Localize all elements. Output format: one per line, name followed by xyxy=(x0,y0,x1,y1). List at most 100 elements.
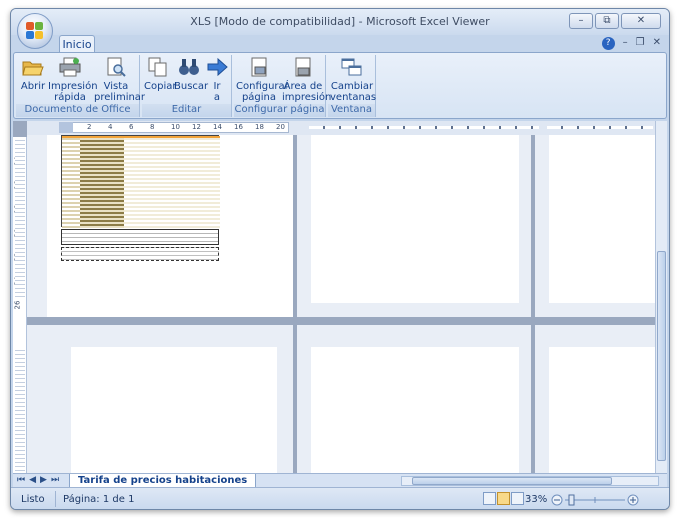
vista-label-1: Vista xyxy=(103,81,129,92)
ribbon-right-controls: ? – ❐ ✕ xyxy=(601,37,661,50)
office-button[interactable] xyxy=(17,13,53,49)
ribbon: Abrir Impresión rápida Vista preliminar … xyxy=(13,52,667,119)
abrir-button[interactable]: Abrir xyxy=(20,57,46,92)
impresion-label-2: rápida xyxy=(54,92,86,103)
cambiar-label-1: Cambiar xyxy=(330,81,374,92)
help-icon[interactable]: ? xyxy=(601,37,615,50)
buscar-button[interactable]: Buscar xyxy=(174,57,208,92)
ruler-number: 2 xyxy=(87,123,92,131)
vista-preliminar-button[interactable]: Vista preliminar xyxy=(94,57,145,103)
group-editar: Copiar Buscar Ir a Editar xyxy=(142,55,232,117)
group-configurar-pagina: Configurar página Área de impresión ▾ Co… xyxy=(234,55,331,117)
first-sheet-icon[interactable]: ⏮ xyxy=(17,475,25,485)
page-6 xyxy=(549,347,655,473)
ribbon-minimize-icon[interactable]: – xyxy=(623,37,628,50)
group-label-ventana: Ventana xyxy=(328,104,375,117)
ruler-number: 18 xyxy=(255,123,264,131)
close-button[interactable]: ✕ xyxy=(621,13,661,29)
row-headers-top xyxy=(15,137,25,297)
ruler-number: 16 xyxy=(234,123,243,131)
folder-open-icon xyxy=(22,61,44,76)
group-label-configurar: Configurar página xyxy=(234,104,325,117)
office-logo-icon xyxy=(26,22,44,40)
printer-icon xyxy=(59,57,81,77)
binoculars-icon xyxy=(179,59,199,75)
page-2 xyxy=(311,135,519,303)
status-ready: Listo xyxy=(21,494,45,505)
minimize-button[interactable]: – xyxy=(569,13,593,29)
ruler-page-3 xyxy=(547,126,653,129)
impresion-rapida-button[interactable]: Impresión rápida xyxy=(48,57,98,103)
last-sheet-icon[interactable]: ⏭ xyxy=(51,475,59,485)
page-setup-icon xyxy=(251,57,267,77)
row-headers-bottom xyxy=(15,347,25,473)
ruler-number: 6 xyxy=(129,123,134,131)
configurar-label-1: Configurar xyxy=(236,81,289,92)
ruler-number: 12 xyxy=(192,123,201,131)
ruler-number: 20 xyxy=(276,123,285,131)
page-break-view-icon[interactable] xyxy=(511,492,524,505)
group-ventana: Cambiar ventanas ▾ Ventana xyxy=(328,55,376,117)
restore-button[interactable]: ⧉ xyxy=(595,13,619,29)
sheet-navigation: ⏮ ◀ ▶ ⏭ xyxy=(17,475,59,485)
horizontal-scrollbar[interactable] xyxy=(401,476,659,486)
sheet-tab-tarifa[interactable]: Tarifa de precios habitaciones xyxy=(69,474,257,488)
ruler-number: 8 xyxy=(150,123,155,131)
normal-view-icon[interactable] xyxy=(483,492,496,505)
ribbon-close-icon[interactable]: ✕ xyxy=(653,37,661,50)
print-preview-icon xyxy=(107,57,126,77)
switch-windows-icon xyxy=(341,58,362,76)
status-bar: Listo Página: 1 de 1 33% xyxy=(11,487,669,509)
ruler-number: 4 xyxy=(108,123,113,131)
page-4 xyxy=(71,347,277,473)
status-page: Página: 1 de 1 xyxy=(63,494,135,505)
goto-arrow-icon xyxy=(207,57,228,77)
ir-a-button[interactable]: Ir a xyxy=(206,57,228,103)
ruler-number-row: 2 4 6 8 10 12 14 16 18 20 xyxy=(87,121,287,133)
zoom-thumb[interactable] xyxy=(568,494,575,506)
zoom-slider[interactable] xyxy=(551,494,639,506)
horizontal-ruler: 2 4 6 8 10 12 14 16 18 20 xyxy=(27,121,655,135)
copiar-label: Copiar xyxy=(144,81,177,92)
ruler-number: 14 xyxy=(213,123,222,131)
page-1 xyxy=(47,135,293,317)
impresion-label-1: Impresión xyxy=(48,81,98,92)
page-5 xyxy=(311,347,519,473)
notes-box-thumbnail xyxy=(61,229,219,245)
prev-sheet-icon[interactable]: ◀ xyxy=(29,475,36,485)
buscar-label: Buscar xyxy=(174,81,209,92)
next-sheet-icon[interactable]: ▶ xyxy=(40,475,47,485)
vista-label-2: preliminar xyxy=(94,92,146,103)
area-label-1: Área de xyxy=(283,81,323,92)
tariff-table-thumbnail xyxy=(61,135,220,228)
copy-icon xyxy=(148,57,167,77)
window-controls: – ⧉ ✕ xyxy=(569,13,661,29)
conditions-box-thumbnail xyxy=(61,247,219,261)
page-3 xyxy=(549,135,655,303)
group-label-documento: Documento de Office xyxy=(16,104,139,117)
group-documento-de-office: Abrir Impresión rápida Vista preliminar … xyxy=(16,55,145,117)
configurar-label-2: página xyxy=(241,92,277,103)
title-bar: XLS [Modo de compatibilidad] - Microsoft… xyxy=(11,9,669,35)
abrir-label: Abrir xyxy=(20,81,46,92)
page-layout-area[interactable] xyxy=(13,121,655,473)
sheet-tab-bar: ⏮ ◀ ▶ ⏭ Tarifa de precios habitaciones xyxy=(13,473,667,488)
view-buttons xyxy=(483,492,524,505)
ruler-number: 10 xyxy=(171,123,180,131)
vertical-scrollbar[interactable] xyxy=(655,121,667,473)
page-layout-view-icon[interactable] xyxy=(497,492,510,505)
horizontal-scroll-thumb[interactable] xyxy=(412,477,612,485)
ir-label-2: a xyxy=(213,92,221,103)
zoom-level[interactable]: 33% xyxy=(525,494,547,505)
left-ruler-number: 26 xyxy=(13,300,22,310)
vertical-scroll-thumb[interactable] xyxy=(657,251,666,461)
ribbon-restore-icon[interactable]: ❐ xyxy=(636,37,645,50)
ruler-page-2 xyxy=(309,126,539,129)
ribbon-tab-row: Inicio ? – ❐ ✕ xyxy=(11,35,669,54)
print-area-icon xyxy=(295,57,311,77)
copiar-button[interactable]: Copiar xyxy=(144,57,176,92)
status-separator xyxy=(55,491,56,507)
vertical-ruler: 14161820222426 xyxy=(13,137,27,473)
ir-label-1: Ir xyxy=(213,81,221,92)
configurar-pagina-button[interactable]: Configurar página xyxy=(236,57,289,103)
